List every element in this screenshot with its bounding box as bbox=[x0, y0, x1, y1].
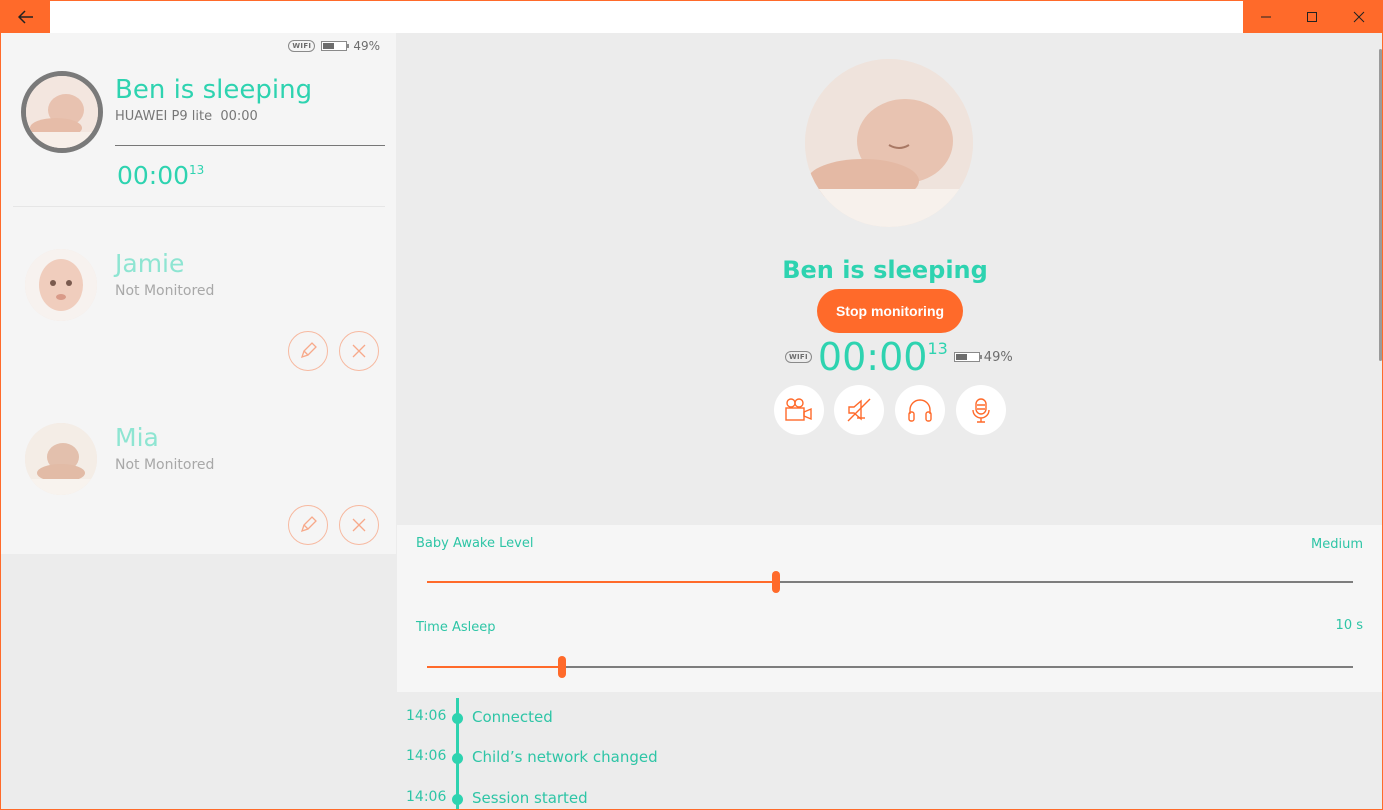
awake-level-label: Baby Awake Level bbox=[416, 536, 534, 551]
hero-timer: 00:0013 bbox=[818, 335, 948, 379]
battery-fill bbox=[955, 354, 967, 360]
active-child-status: Ben is sleeping bbox=[115, 75, 313, 105]
title-bar bbox=[1, 1, 1382, 33]
speaker-muted-icon bbox=[847, 398, 871, 422]
timeline-dot bbox=[452, 794, 463, 805]
edit-child-button[interactable] bbox=[288, 505, 328, 545]
child-name: Mia bbox=[115, 423, 159, 452]
event-text: Child’s network changed bbox=[472, 748, 658, 766]
video-button[interactable] bbox=[774, 385, 824, 435]
hero-avatar bbox=[805, 59, 973, 227]
event-time: 14:06 bbox=[406, 748, 447, 764]
app-window: WIFI 49% Ben is sleeping HUAWEI P9 lite … bbox=[0, 0, 1383, 810]
timeline-item: 14:06 Session started bbox=[397, 789, 897, 809]
avatar bbox=[21, 71, 103, 153]
hero-child-status: Ben is sleeping bbox=[782, 256, 988, 284]
device-info: HUAWEI P9 lite 00:00 bbox=[115, 109, 258, 124]
close-window-button[interactable] bbox=[1336, 1, 1382, 33]
event-timeline: 14:06 Connected 14:06 Child’s network ch… bbox=[397, 692, 1382, 809]
maximize-button[interactable] bbox=[1289, 1, 1335, 33]
slider-thumb[interactable] bbox=[558, 656, 566, 678]
battery-percent: 49% bbox=[983, 349, 1013, 365]
close-icon bbox=[1353, 11, 1365, 23]
hero-status-row: WIFI 00:0013 49% bbox=[785, 335, 1013, 379]
settings-panel: Baby Awake Level Medium Time Asleep 10 s bbox=[397, 525, 1382, 692]
timer-main: 00:00 bbox=[117, 161, 190, 190]
active-child-card[interactable]: Ben is sleeping HUAWEI P9 lite 00:00 00:… bbox=[1, 33, 396, 207]
device-time: 00:00 bbox=[220, 109, 258, 124]
children-panel: WIFI 49% Ben is sleeping HUAWEI P9 lite … bbox=[1, 33, 396, 554]
close-icon bbox=[352, 344, 366, 358]
stop-monitoring-button[interactable]: Stop monitoring bbox=[817, 289, 963, 333]
timeline-item: 14:06 Connected bbox=[397, 708, 897, 728]
event-time: 14:06 bbox=[406, 789, 447, 805]
minimize-icon bbox=[1261, 16, 1272, 18]
awake-level-value: Medium bbox=[1311, 537, 1363, 552]
timeline-dot bbox=[452, 753, 463, 764]
back-button[interactable] bbox=[1, 1, 50, 33]
child-item-mia[interactable]: Mia Not Monitored bbox=[1, 391, 396, 563]
maximize-icon bbox=[1307, 12, 1318, 22]
baby-photo-icon bbox=[26, 76, 98, 148]
session-timer: 00:0013 bbox=[117, 161, 204, 190]
mute-button[interactable] bbox=[834, 385, 884, 435]
edit-child-button[interactable] bbox=[288, 331, 328, 371]
baby-photo-icon bbox=[25, 423, 97, 495]
battery-icon bbox=[953, 352, 982, 362]
remove-child-button[interactable] bbox=[339, 331, 379, 371]
headphones-icon bbox=[908, 399, 932, 422]
minimize-button[interactable] bbox=[1243, 1, 1289, 33]
microphone-icon bbox=[972, 398, 990, 423]
device-name: HUAWEI P9 lite bbox=[115, 109, 213, 124]
timeline-dot bbox=[452, 713, 463, 724]
event-text: Connected bbox=[472, 708, 553, 726]
time-asleep-value: 10 s bbox=[1335, 618, 1363, 633]
hero-battery: 49% bbox=[953, 349, 1013, 365]
event-text: Session started bbox=[472, 789, 588, 807]
pencil-icon bbox=[300, 516, 317, 533]
time-asleep-label: Time Asleep bbox=[416, 620, 496, 635]
child-status: Not Monitored bbox=[115, 283, 215, 299]
timer-sup: 13 bbox=[189, 163, 205, 177]
close-icon bbox=[352, 518, 366, 532]
timer-sup: 13 bbox=[927, 339, 948, 358]
child-status: Not Monitored bbox=[115, 457, 215, 473]
scrollbar[interactable] bbox=[1379, 49, 1382, 361]
divider bbox=[13, 206, 385, 207]
window-controls bbox=[1243, 1, 1382, 33]
children-panel-empty bbox=[1, 554, 396, 809]
timer-main: 00:00 bbox=[817, 335, 928, 379]
wifi-badge: WIFI bbox=[785, 351, 812, 363]
pencil-icon bbox=[300, 342, 317, 359]
listen-button[interactable] bbox=[895, 385, 945, 435]
remove-child-button[interactable] bbox=[339, 505, 379, 545]
slider-fill bbox=[427, 666, 562, 668]
baby-photo-icon bbox=[805, 59, 973, 227]
arrow-left-icon bbox=[17, 10, 33, 24]
avatar bbox=[25, 423, 97, 495]
child-item-jamie[interactable]: Jamie Not Monitored bbox=[1, 217, 396, 389]
divider bbox=[115, 145, 385, 146]
event-time: 14:06 bbox=[406, 708, 447, 724]
talk-button[interactable] bbox=[956, 385, 1006, 435]
video-camera-icon bbox=[785, 398, 812, 421]
slider-fill bbox=[427, 581, 776, 583]
timeline-item: 14:06 Child’s network changed bbox=[397, 748, 897, 768]
slider-thumb[interactable] bbox=[772, 571, 780, 593]
